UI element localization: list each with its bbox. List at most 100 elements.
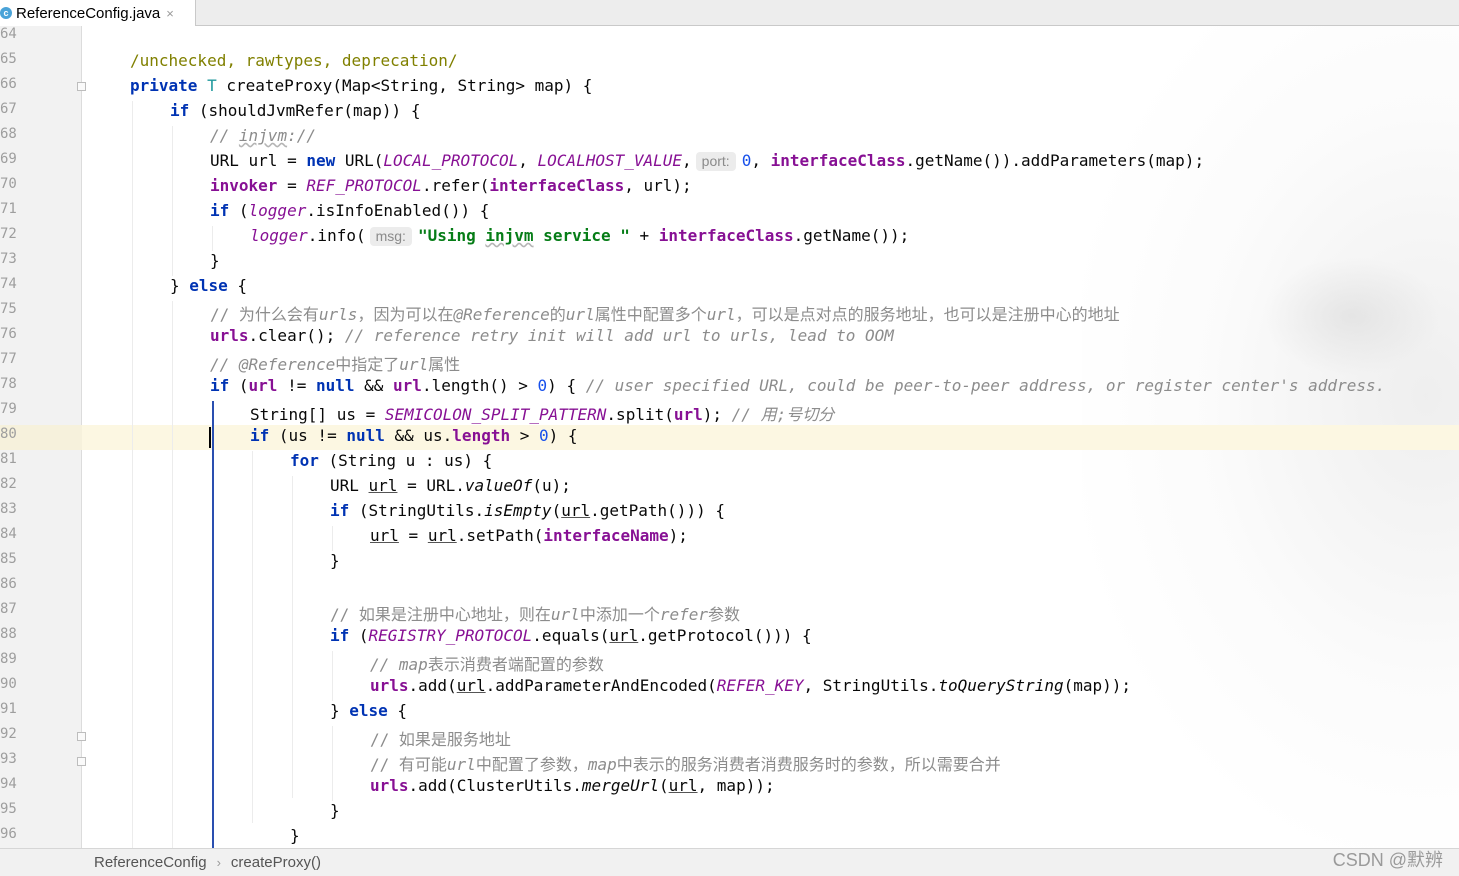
- keyword: if: [330, 501, 350, 520]
- comment: //: [370, 655, 399, 674]
- code-text: (StringUtils.: [349, 501, 485, 520]
- keyword: if: [250, 426, 270, 445]
- code-text: ) {: [548, 426, 578, 445]
- code-editor[interactable]: /unchecked, rawtypes, deprecation/ priva…: [82, 26, 1459, 848]
- line-number: 83: [0, 501, 17, 517]
- line-number: 78: [0, 376, 17, 392]
- field: invoker: [210, 176, 278, 195]
- code-text: .length() >: [421, 376, 538, 395]
- comment: @Reference: [238, 355, 336, 374]
- field: urls: [370, 776, 409, 795]
- comment: 中指定了: [335, 355, 400, 374]
- file-tab-referenceconfig[interactable]: c ReferenceConfig.java ×: [0, 0, 196, 26]
- code-text: (: [229, 201, 249, 220]
- variable: url: [368, 476, 398, 495]
- code-text: }: [290, 826, 300, 845]
- code-line-88: if (REGISTRY_PROTOCOL.equals(url.getProt…: [82, 626, 1459, 651]
- keyword: new: [306, 151, 336, 170]
- variable: url: [609, 626, 639, 645]
- line-number: 88: [0, 626, 17, 642]
- string: "Using: [417, 226, 486, 245]
- line-number: 68: [0, 126, 17, 142]
- comment: // 有可能: [370, 755, 447, 774]
- code-line-73: }: [82, 251, 1459, 276]
- line-number: 84: [0, 526, 17, 542]
- line-number: 94: [0, 776, 17, 792]
- comment-typo: injvm: [238, 126, 288, 145]
- comment: // 如果是注册中心地址，则在: [330, 605, 551, 624]
- static-field: REF_PROTOCOL: [306, 176, 422, 195]
- comment: refer: [659, 605, 708, 624]
- line-number: 76: [0, 326, 17, 342]
- comment: url: [706, 305, 736, 324]
- code-text: (String u : us) {: [318, 451, 493, 470]
- comment: // 为什么会有: [210, 305, 319, 324]
- code-text: (: [658, 776, 669, 795]
- keyword: if: [210, 376, 230, 395]
- breadcrumb-class[interactable]: ReferenceConfig: [94, 854, 207, 871]
- comment: url: [565, 305, 595, 324]
- code-text: .isInfoEnabled()) {: [306, 201, 490, 220]
- code-line-90: urls.add(url.addParameterAndEncoded(REFE…: [82, 676, 1459, 701]
- comment: 中添加一个: [579, 605, 660, 624]
- code-text: , url);: [624, 176, 692, 195]
- code-text: }: [330, 551, 340, 570]
- code-line-81: for (String u : us) {: [82, 451, 1459, 476]
- line-number: 67: [0, 101, 17, 117]
- keyword: null: [315, 376, 355, 395]
- code-text: }: [330, 801, 340, 820]
- java-class-icon: c: [0, 7, 12, 19]
- code-line-83: if (StringUtils.isEmpty(url.getPath())) …: [82, 501, 1459, 526]
- code-line-87: // 如果是注册中心地址，则在url中添加一个refer参数: [82, 601, 1459, 626]
- number: 0: [741, 151, 752, 170]
- type-param: T: [207, 76, 217, 95]
- comment: @Reference: [453, 305, 550, 324]
- static-field: logger: [248, 201, 307, 220]
- line-number-current: 80: [0, 426, 17, 442]
- code-line-66: private T createProxy(Map<String, String…: [82, 76, 1459, 101]
- breadcrumb-bar: ReferenceConfig › createProxy(): [0, 848, 1459, 876]
- breadcrumb-method[interactable]: createProxy(): [231, 854, 321, 871]
- field: interfaceClass: [489, 176, 625, 195]
- code-line-84: url = url.setPath(interfaceName);: [82, 526, 1459, 551]
- comment: url: [399, 355, 429, 374]
- code-line-67: if (shouldJvmRefer(map)) {: [82, 101, 1459, 126]
- static-method: toQueryString: [938, 676, 1064, 695]
- field: urls: [370, 676, 409, 695]
- keyword: null: [346, 426, 385, 445]
- code-text: {: [227, 276, 248, 295]
- code-text: (map));: [1063, 676, 1132, 695]
- field: url: [248, 376, 278, 395]
- comment: ://: [287, 126, 316, 145]
- code-line-77: // @Reference中指定了url属性: [82, 351, 1459, 376]
- comment: //: [210, 126, 239, 145]
- keyword: for: [290, 451, 319, 470]
- code-text: .getName());: [793, 226, 910, 245]
- comment: urls: [318, 305, 358, 324]
- variable: url: [561, 501, 591, 520]
- code-text: (: [229, 376, 249, 395]
- comment: 属性中配置多个: [594, 305, 707, 324]
- code-text: , map));: [697, 776, 775, 795]
- line-number: 65: [0, 51, 17, 67]
- variable: url: [427, 526, 457, 545]
- line-number: 73: [0, 251, 17, 267]
- code-text: ,: [518, 151, 538, 170]
- comment: url: [446, 755, 476, 774]
- code-text: .info(: [307, 226, 366, 245]
- comment: 属性: [428, 355, 461, 374]
- code-text: .getPath())) {: [590, 501, 725, 520]
- code-line-72: logger.info(msg: "Using injvm service " +…: [82, 226, 1459, 251]
- code-line-76: urls.clear(); // reference retry init wi…: [82, 326, 1459, 351]
- code-text: );: [668, 526, 688, 545]
- code-text: ,: [751, 151, 771, 170]
- close-tab-icon[interactable]: ×: [166, 6, 174, 21]
- code-line-85: }: [82, 551, 1459, 576]
- code-text: URL: [330, 476, 369, 495]
- code-text: URL url =: [210, 151, 307, 170]
- field: interfaceClass: [770, 151, 906, 170]
- code-text: }: [330, 701, 350, 720]
- code-text: =: [398, 526, 428, 545]
- code-line-68: // injvm://: [82, 126, 1459, 151]
